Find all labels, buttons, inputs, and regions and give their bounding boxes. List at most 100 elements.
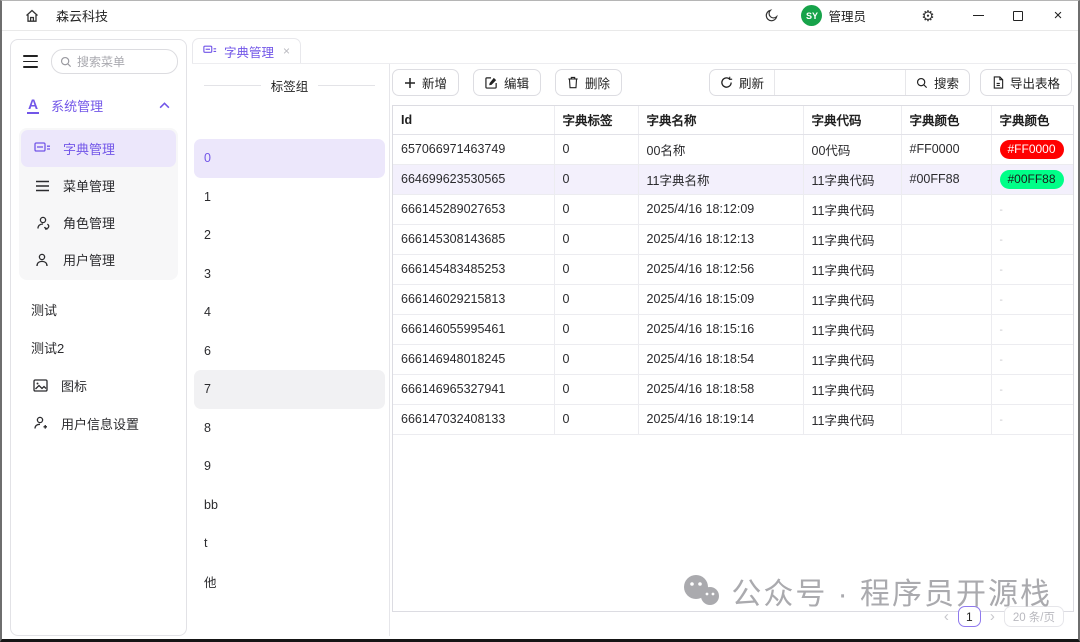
cell-color — [901, 374, 992, 405]
add-button-label: 新增 — [422, 77, 448, 91]
pagination: ‹ 1 › 20 条/页 — [944, 606, 1064, 627]
table-row[interactable]: 666145308143685 0 2025/4/16 18:12:13 11字典代码… — [393, 224, 1073, 255]
sidebar-group-system[interactable]: A 系统管理 — [19, 90, 178, 120]
cell-name: 2025/4/16 18:15:09 — [638, 284, 804, 315]
cell-code: 11字典代码 — [803, 164, 902, 195]
home-icon[interactable] — [18, 2, 46, 30]
sidebar-item-test2[interactable]: 测试2 — [19, 328, 178, 366]
export-button[interactable]: 导出表格 — [979, 69, 1072, 96]
cell-label: 0 — [554, 224, 639, 255]
dict-icon — [33, 142, 51, 155]
tag-list: 0 1 2 3 4 6 7 8 9 bb t 他 — [194, 139, 385, 601]
cell-code: 11字典代码 — [803, 404, 902, 435]
cell-id: 666146055995461 — [393, 314, 555, 345]
tag-item[interactable]: 1 — [194, 178, 385, 217]
tag-item[interactable]: 0 — [194, 139, 385, 178]
table-search-input[interactable] — [774, 70, 905, 95]
edit-button[interactable]: 编辑 — [473, 69, 542, 96]
letter-a-icon: A — [27, 96, 40, 115]
refresh-button-label: 刷新 — [738, 77, 764, 91]
prev-page-icon[interactable]: ‹ — [944, 609, 949, 624]
titlebar: 森云科技 SY 管理员 ⚙ × — [2, 1, 1078, 31]
tag-item[interactable]: 8 — [194, 409, 385, 448]
table-row[interactable]: 666145483485253 0 2025/4/16 18:12:56 11字典代码… — [393, 254, 1073, 285]
table-row[interactable]: 666146055995461 0 2025/4/16 18:15:16 11字典代码… — [393, 314, 1073, 345]
tag-item[interactable]: 7 — [194, 370, 385, 409]
sidebar-group-label: 系统管理 — [51, 98, 104, 114]
sidebar-item-test[interactable]: 测试 — [19, 290, 178, 328]
sidebar-item-icons[interactable]: 图标 — [19, 366, 178, 404]
search-button-label: 搜索 — [933, 77, 959, 91]
cell-id: 666146029215813 — [393, 284, 555, 315]
cell-name: 2025/4/16 18:15:16 — [638, 314, 804, 345]
sidebar-search[interactable] — [51, 49, 178, 74]
cell-code: 00代码 — [803, 134, 902, 165]
cell-code: 11字典代码 — [803, 344, 902, 375]
table-header-row: Id 字典标签 字典名称 字典代码 字典颜色 字典颜色 — [393, 106, 1073, 135]
table-row[interactable]: 666147032408133 0 2025/4/16 18:19:14 11字典代码… — [393, 404, 1073, 435]
column-header: 字典代码 — [803, 106, 902, 135]
delete-button[interactable]: 删除 — [555, 69, 623, 96]
chevron-up-icon — [159, 101, 170, 108]
tag-item[interactable]: 他 — [194, 563, 385, 602]
sidebar-item-userinfo[interactable]: 用户信息设置 — [19, 404, 178, 442]
tab-dict-management[interactable]: 字典管理 × — [192, 38, 302, 63]
tag-item[interactable]: 3 — [194, 255, 385, 294]
sidebar-search-input[interactable] — [77, 54, 163, 69]
toolbar: 新增 编辑 删除 刷新 搜索 导出表格 — [392, 69, 1072, 96]
add-button[interactable]: 新增 — [392, 69, 460, 96]
refresh-button[interactable]: 刷新 — [710, 70, 775, 95]
user-plus-icon — [31, 416, 49, 430]
tabbar: 字典管理 × — [192, 38, 1076, 64]
avatar[interactable]: SY — [801, 5, 823, 26]
sidebar-item-label: 菜单管理 — [63, 179, 116, 194]
cell-id: 666145308143685 — [393, 224, 555, 255]
cell-name: 2025/4/16 18:12:56 — [638, 254, 804, 285]
sidebar-item-role[interactable]: 角色管理 — [21, 204, 176, 241]
gear-icon[interactable]: ⚙ — [914, 2, 942, 30]
tab-close-icon[interactable]: × — [283, 44, 290, 58]
tab-label: 字典管理 — [224, 45, 275, 60]
table-row[interactable]: 666146948018245 0 2025/4/16 18:18:54 11字典代码… — [393, 344, 1073, 375]
cell-color: #FF0000 — [901, 134, 992, 165]
tag-item[interactable]: 9 — [194, 447, 385, 486]
sidebar-item-label: 测试2 — [31, 340, 65, 356]
empty-badge: - — [999, 415, 1003, 426]
sidebar-item-dict[interactable]: 字典管理 — [21, 130, 176, 167]
table-row[interactable]: 657066971463749 0 00名称 00代码 #FF0000 #FF0000 — [393, 134, 1073, 165]
tag-item[interactable]: 6 — [194, 332, 385, 371]
sidebar-item-menu[interactable]: 菜单管理 — [21, 167, 176, 204]
tag-item[interactable]: bb — [194, 486, 385, 525]
column-header: 字典颜色 — [901, 106, 992, 135]
cell-code: 11字典代码 — [803, 194, 902, 225]
image-icon — [31, 378, 49, 392]
cell-id: 657066971463749 — [393, 134, 555, 165]
hamburger-menu-icon[interactable] — [19, 50, 43, 74]
table-row[interactable]: 666145289027653 0 2025/4/16 18:12:09 11字典代码… — [393, 194, 1073, 225]
tag-item[interactable]: 4 — [194, 293, 385, 332]
page-number[interactable]: 1 — [957, 606, 981, 627]
cell-color-badge: - — [991, 344, 1073, 375]
table-row[interactable]: 666146965327941 0 2025/4/16 18:18:58 11字典代码… — [393, 374, 1073, 405]
cell-color — [901, 314, 992, 345]
divider — [318, 85, 376, 86]
dark-mode-moon-icon[interactable] — [757, 2, 785, 30]
page-size-select[interactable]: 20 条/页 — [1003, 606, 1064, 627]
tag-item[interactable]: t — [194, 524, 385, 563]
sidebar-item-label: 用户管理 — [63, 253, 116, 268]
tag-item[interactable]: 2 — [194, 216, 385, 255]
minimize-button[interactable] — [958, 2, 998, 30]
next-page-icon[interactable]: › — [990, 609, 995, 624]
edit-icon — [485, 76, 498, 89]
close-button[interactable]: × — [1038, 2, 1078, 30]
app-title: 森云科技 — [56, 9, 109, 24]
table-row[interactable]: 664699623530565 0 11字典名称 11字典代码 #00FF88 #00FF… — [393, 164, 1073, 195]
cell-id: 666145483485253 — [393, 254, 555, 285]
sidebar-item-label: 图标 — [61, 378, 88, 394]
cell-code: 11字典代码 — [803, 224, 902, 255]
maximize-button[interactable] — [998, 2, 1038, 30]
table-row[interactable]: 666146029215813 0 2025/4/16 18:15:09 11字典代码… — [393, 284, 1073, 315]
search-button[interactable]: 搜索 — [904, 70, 969, 95]
empty-badge: - — [999, 205, 1003, 216]
sidebar-item-user[interactable]: 用户管理 — [21, 241, 176, 278]
